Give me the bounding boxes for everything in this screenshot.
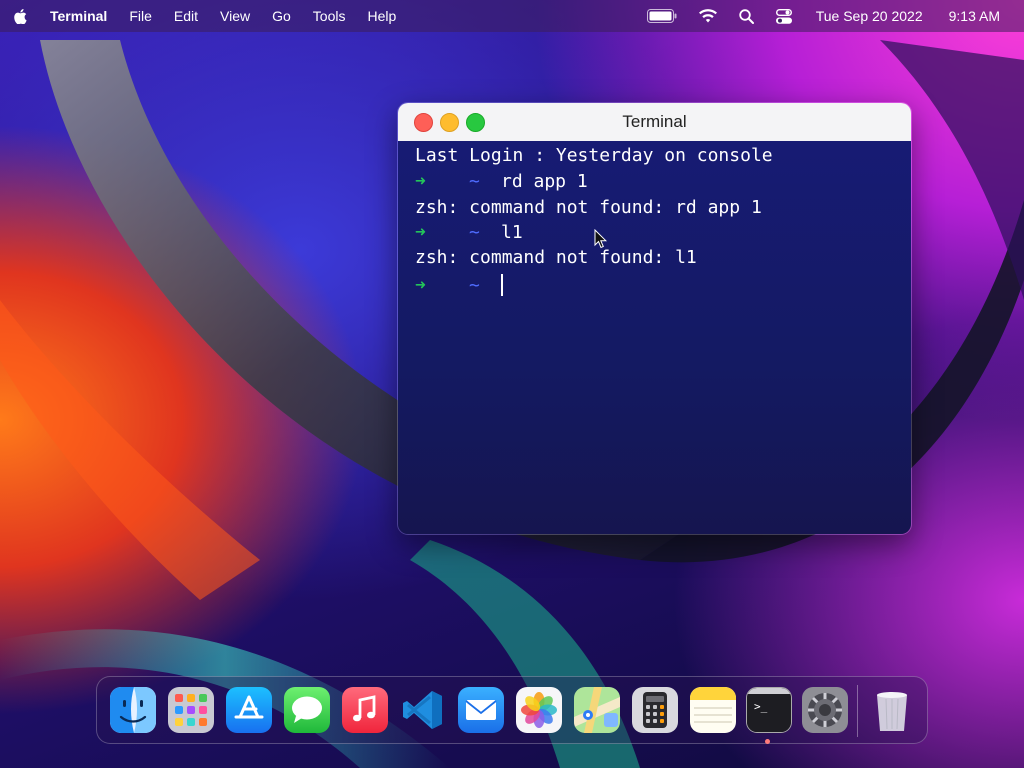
command-output: zsh: command not found: l1 xyxy=(415,245,911,270)
minimize-button[interactable] xyxy=(440,112,459,132)
apple-menu-icon[interactable] xyxy=(12,8,28,24)
terminal-content[interactable]: Last Login : Yesterday on console ➜ ~ rd a… xyxy=(398,141,911,534)
menu-edit[interactable]: Edit xyxy=(174,8,198,24)
dock-app-store-icon[interactable] xyxy=(226,687,272,733)
menu-go[interactable]: Go xyxy=(272,8,291,24)
dock-messages-icon[interactable] xyxy=(284,687,330,733)
prompt-dir: ~ xyxy=(469,222,480,243)
terminal-icon-text: >_ xyxy=(754,700,768,713)
prompt-arrow: ➜ xyxy=(415,274,426,296)
mouse-pointer-icon xyxy=(594,228,608,254)
terminal-window[interactable]: Terminal Last Login : Yesterday on conso… xyxy=(397,102,912,535)
menubar-date[interactable]: Tue Sep 20 2022 xyxy=(816,8,923,24)
dock-calculator-icon[interactable] xyxy=(632,687,678,733)
dock-launchpad-icon[interactable] xyxy=(168,687,214,733)
command-input: l1 xyxy=(501,222,523,243)
prompt-line: ➜ ~ l1 xyxy=(415,220,911,245)
prompt-arrow: ➜ xyxy=(415,171,426,192)
menu-bar: Terminal File Edit View Go Tools Help Tu… xyxy=(0,0,1024,32)
terminal-titlebar[interactable]: Terminal xyxy=(398,103,911,141)
prompt-line: ➜ ~ rd app 1 xyxy=(415,168,911,195)
zoom-button[interactable] xyxy=(466,112,485,132)
dock-mail-icon[interactable] xyxy=(458,687,504,733)
dock-maps-icon[interactable] xyxy=(574,687,620,733)
dock-finder-icon[interactable] xyxy=(110,687,156,733)
command-output: zsh: command not found: rd app 1 xyxy=(415,195,911,220)
dock-music-icon[interactable] xyxy=(342,687,388,733)
output-text: zsh: command not found: l1 xyxy=(415,247,697,268)
prompt-dir: ~ xyxy=(469,274,480,296)
dock-notes-icon[interactable] xyxy=(690,687,736,733)
dock-terminal-icon[interactable]: >_ xyxy=(746,687,792,733)
terminal-running-indicator xyxy=(765,739,770,744)
active-prompt-line[interactable]: ➜ ~ xyxy=(415,270,911,300)
menu-app-terminal[interactable]: Terminal xyxy=(50,8,107,24)
control-center-icon[interactable] xyxy=(775,8,792,24)
battery-icon[interactable] xyxy=(646,9,677,23)
dock: >_ xyxy=(96,676,928,744)
login-text: Last Login : Yesterday on console xyxy=(415,145,773,166)
dock-photos-icon[interactable] xyxy=(516,687,562,733)
menu-view[interactable]: View xyxy=(220,8,250,24)
output-text: zsh: command not found: rd app 1 xyxy=(415,197,762,218)
close-button[interactable] xyxy=(414,112,433,132)
prompt-arrow: ➜ xyxy=(415,222,426,243)
dock-separator xyxy=(857,685,858,737)
menu-help[interactable]: Help xyxy=(367,8,396,24)
dock-system-preferences-icon[interactable] xyxy=(802,687,848,733)
login-line: Last Login : Yesterday on console xyxy=(415,143,911,168)
dock-vscode-icon[interactable] xyxy=(400,687,446,733)
menubar-time[interactable]: 9:13 AM xyxy=(949,8,1000,24)
dock-trash-icon[interactable] xyxy=(869,687,915,733)
wifi-icon[interactable] xyxy=(698,9,717,23)
text-cursor xyxy=(501,274,503,296)
command-input: rd app 1 xyxy=(501,171,588,192)
menu-tools[interactable]: Tools xyxy=(313,8,346,24)
prompt-dir: ~ xyxy=(469,171,480,192)
menu-file[interactable]: File xyxy=(129,8,152,24)
spotlight-search-icon[interactable] xyxy=(739,8,754,24)
